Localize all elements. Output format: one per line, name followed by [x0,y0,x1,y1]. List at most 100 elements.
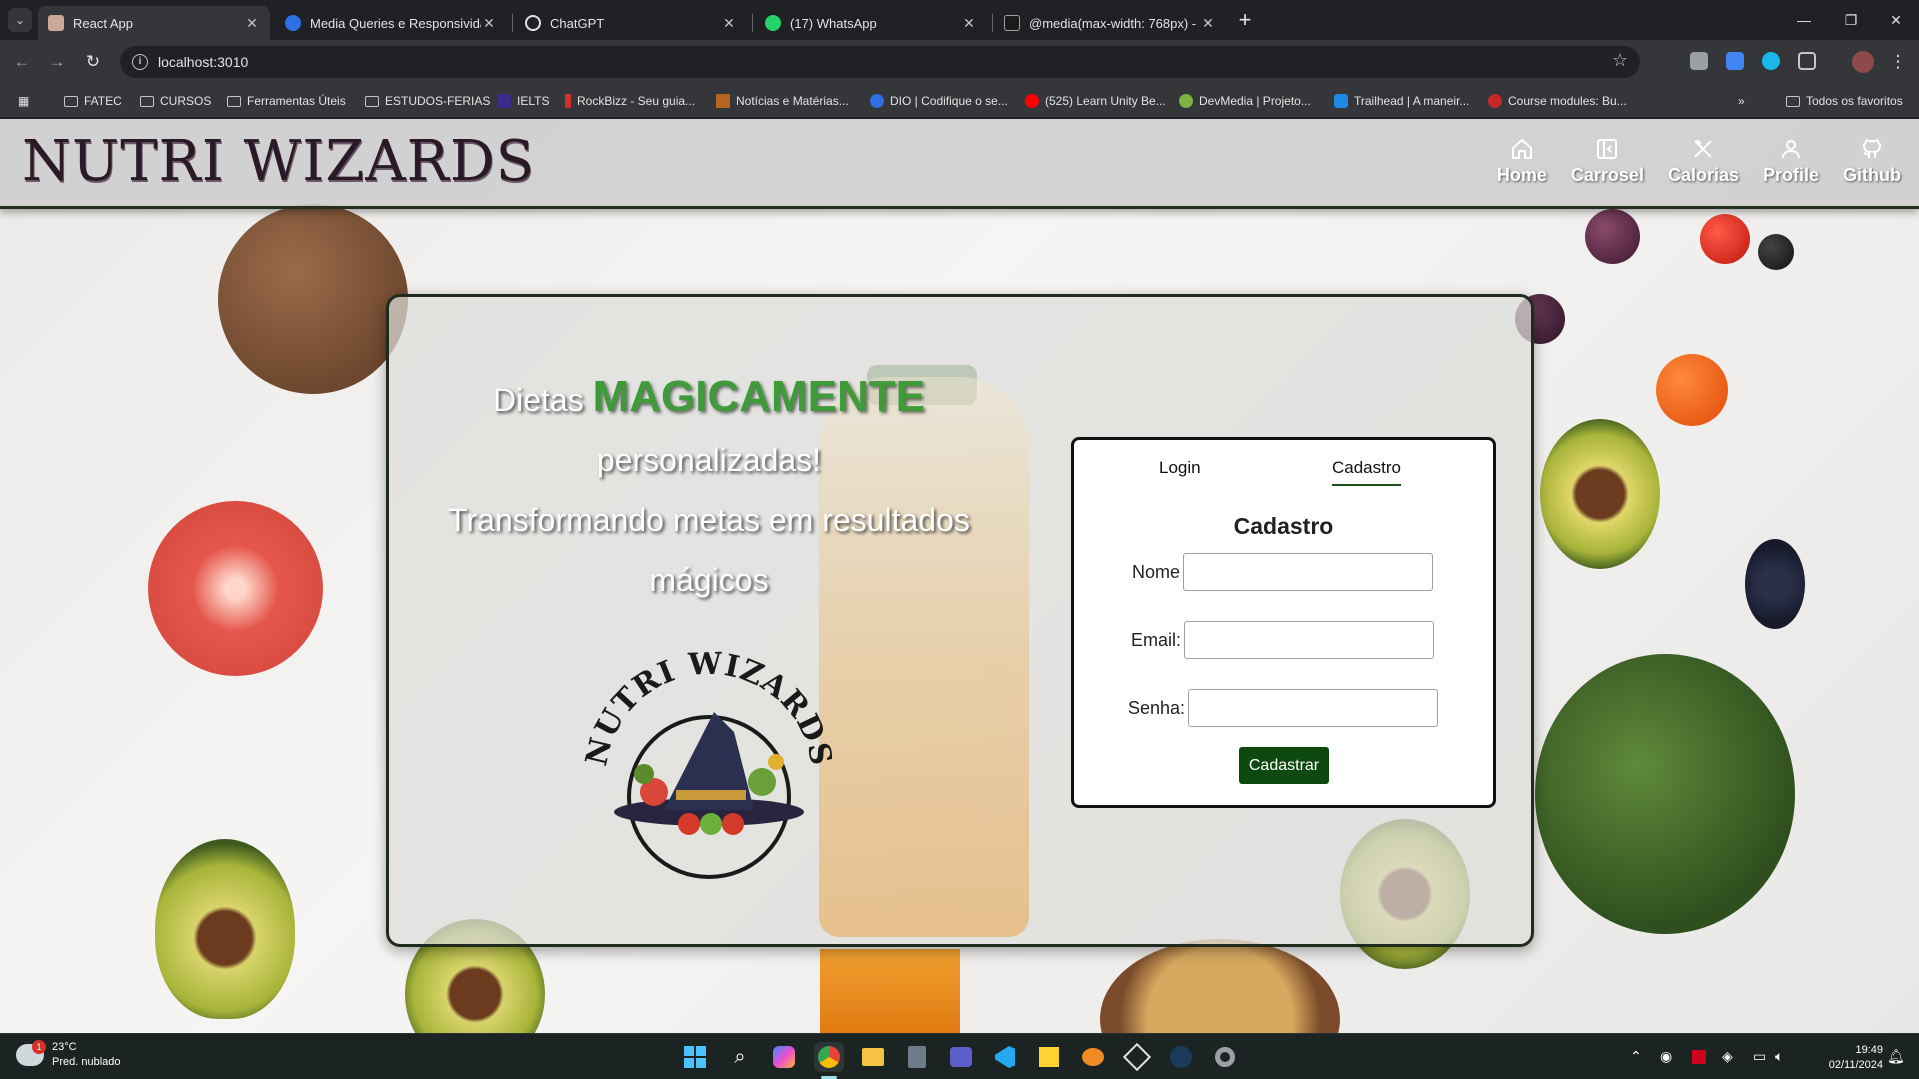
tab-react-app[interactable]: React App ✕ [38,6,270,40]
tagline-line2: personalizadas! [596,442,822,478]
bookmark-rockbizz[interactable]: RockBizz - Seu guia... [565,92,695,110]
bookmark-devmedia[interactable]: DevMedia | Projeto... [1179,92,1311,110]
extensions-puzzle-icon[interactable] [1798,52,1816,70]
nav-label: Home [1496,165,1547,185]
bookmark-dio[interactable]: DIO | Codifique o se... [870,92,1008,110]
course-icon [1488,94,1502,108]
steam-icon[interactable] [1166,1042,1196,1072]
new-tab-button[interactable]: + [1232,8,1258,34]
nav-github[interactable]: Github [1843,137,1901,186]
nav-carrosel[interactable]: Carrosel [1571,137,1644,186]
bookmark-trailhead[interactable]: Trailhead | A maneir... [1334,92,1469,110]
tab-search-button[interactable]: ⌄ [8,8,32,32]
sticky-notes-icon[interactable] [1034,1042,1064,1072]
teams-icon[interactable] [946,1042,976,1072]
site-brand-logo[interactable]: NUTRI WIZARDS [22,129,535,194]
apps-grid-icon[interactable]: ▦ [18,92,29,110]
unity-icon[interactable] [1122,1042,1152,1072]
system-clock[interactable]: 19:49 02/11/2024 [1829,1043,1883,1073]
tomato-image [1700,214,1750,264]
tab-separator [512,14,513,32]
nav-home[interactable]: Home [1497,137,1547,186]
blackberry-image [1758,234,1794,270]
address-bar[interactable]: i localhost:3010 ☆ [120,46,1640,78]
password-input[interactable] [1188,689,1439,727]
tab-login[interactable]: Login [1159,458,1201,484]
tab-chatgpt[interactable]: ChatGPT ✕ [515,6,747,40]
close-tab-icon[interactable]: ✕ [721,15,737,32]
tab-mdn[interactable]: @media(max-width: 768px) - M ✕ [994,6,1226,40]
close-tab-icon[interactable]: ✕ [961,15,977,32]
blueberries-image [1745,539,1805,629]
show-hidden-icons-chevron-icon[interactable]: ⌃ [1630,1048,1642,1065]
page-viewport: NUTRI WIZARDS Home Carrosel Calorias Pro… [0,119,1919,1033]
calculator-icon[interactable] [902,1042,932,1072]
password-label: Senha: [1128,697,1186,718]
vimeo-extension-icon[interactable] [1762,52,1780,70]
name-input[interactable] [1183,553,1434,591]
search-icon[interactable]: ⌕ [725,1042,755,1072]
nutri-wizards-logo: NUTRI WIZARDS [584,647,834,879]
user-icon [1782,140,1800,159]
cadastrar-button[interactable]: Cadastrar [1239,747,1329,784]
tagline-highlight: MAGICAMENTE [592,372,926,421]
tab-cadastro[interactable]: Cadastro [1332,458,1401,486]
bookmark-ielts[interactable]: IELTS [497,92,549,110]
mdn-favicon [1004,15,1020,31]
bookmark-cursos[interactable]: CURSOS [140,92,211,110]
weather-widget[interactable]: 1 23°C Pred. nublado [16,1040,121,1070]
steam-tray-icon[interactable]: ◉ [1660,1048,1672,1065]
site-info-icon[interactable]: i [132,54,148,70]
weather-desc: Pred. nublado [52,1056,121,1068]
chrome-taskbar-icon[interactable] [814,1042,844,1072]
all-bookmarks-folder[interactable]: Todos os favoritos [1786,92,1903,110]
file-explorer-icon[interactable] [858,1042,888,1072]
vscode-icon[interactable] [990,1042,1020,1072]
windows-start-icon[interactable] [680,1042,710,1072]
bookmark-noticias[interactable]: Notícias e Matérias... [716,92,849,110]
tab-title: Media Queries e Responsividade [310,15,481,31]
settings-gear-icon[interactable] [1210,1042,1240,1072]
bookmark-estudos[interactable]: ESTUDOS-FERIAS [365,92,490,110]
translate-extension-icon[interactable] [1726,52,1744,70]
chrome-menu-icon[interactable]: ⋮ [1886,50,1910,74]
bookmark-fatec[interactable]: FATEC [64,92,122,110]
chickpea-bowl-image [1100,939,1340,1033]
close-window-button[interactable]: ✕ [1876,8,1916,32]
reload-button[interactable]: ↻ [81,50,105,74]
close-tab-icon[interactable]: ✕ [1200,15,1216,32]
bookmark-label: FATEC [84,94,122,108]
bookmark-youtube[interactable]: (525) Learn Unity Be... [1025,92,1166,110]
forward-button[interactable]: → [45,50,69,74]
copilot-icon[interactable] [769,1042,799,1072]
teams-tray-icon[interactable]: ◈ [1722,1048,1733,1065]
tab-whatsapp[interactable]: (17) WhatsApp ✕ [755,6,987,40]
profile-avatar[interactable] [1852,51,1874,73]
bookmark-ferramentas[interactable]: Ferramentas Úteis [227,92,346,110]
tab-title: React App [73,15,133,31]
name-row: Nome [1132,553,1434,591]
nav-calorias[interactable]: Calorias [1668,137,1739,186]
restore-button[interactable]: ❐ [1831,8,1871,32]
minimize-button[interactable]: — [1784,8,1824,32]
nav-profile[interactable]: Profile [1763,137,1819,186]
close-tab-icon[interactable]: ✕ [481,15,497,32]
email-input[interactable] [1184,621,1435,659]
back-button[interactable]: ← [10,50,34,74]
bookmark-course-modules[interactable]: Course modules: Bu... [1488,92,1627,110]
bookmark-star-icon[interactable]: ☆ [1612,50,1628,71]
camera-extension-icon[interactable] [1690,52,1708,70]
more-bookmarks-icon[interactable]: » [1738,92,1745,110]
nav-label: Calorias [1667,165,1739,185]
bookmarks-bar: ▦ FATEC CURSOS Ferramentas Úteis ESTUDOS… [0,84,1919,118]
volume-icon[interactable]: 🔈︎ [1775,1048,1783,1065]
bookmark-label: Notícias e Matérias... [736,94,849,108]
close-tab-icon[interactable]: ✕ [244,15,260,32]
app-tray-icon[interactable] [1692,1050,1706,1064]
hero-card: Dietas MAGICAMENTE personalizadas! Trans… [386,294,1534,947]
tab-title: @media(max-width: 768px) - M [1029,15,1200,31]
network-icon[interactable]: ▭ [1753,1048,1766,1065]
notification-bell-icon[interactable]: 🔔︎ [1887,1048,1905,1065]
tab-media-queries[interactable]: Media Queries e Responsividade ✕ [275,6,507,40]
blender-icon[interactable] [1078,1042,1108,1072]
